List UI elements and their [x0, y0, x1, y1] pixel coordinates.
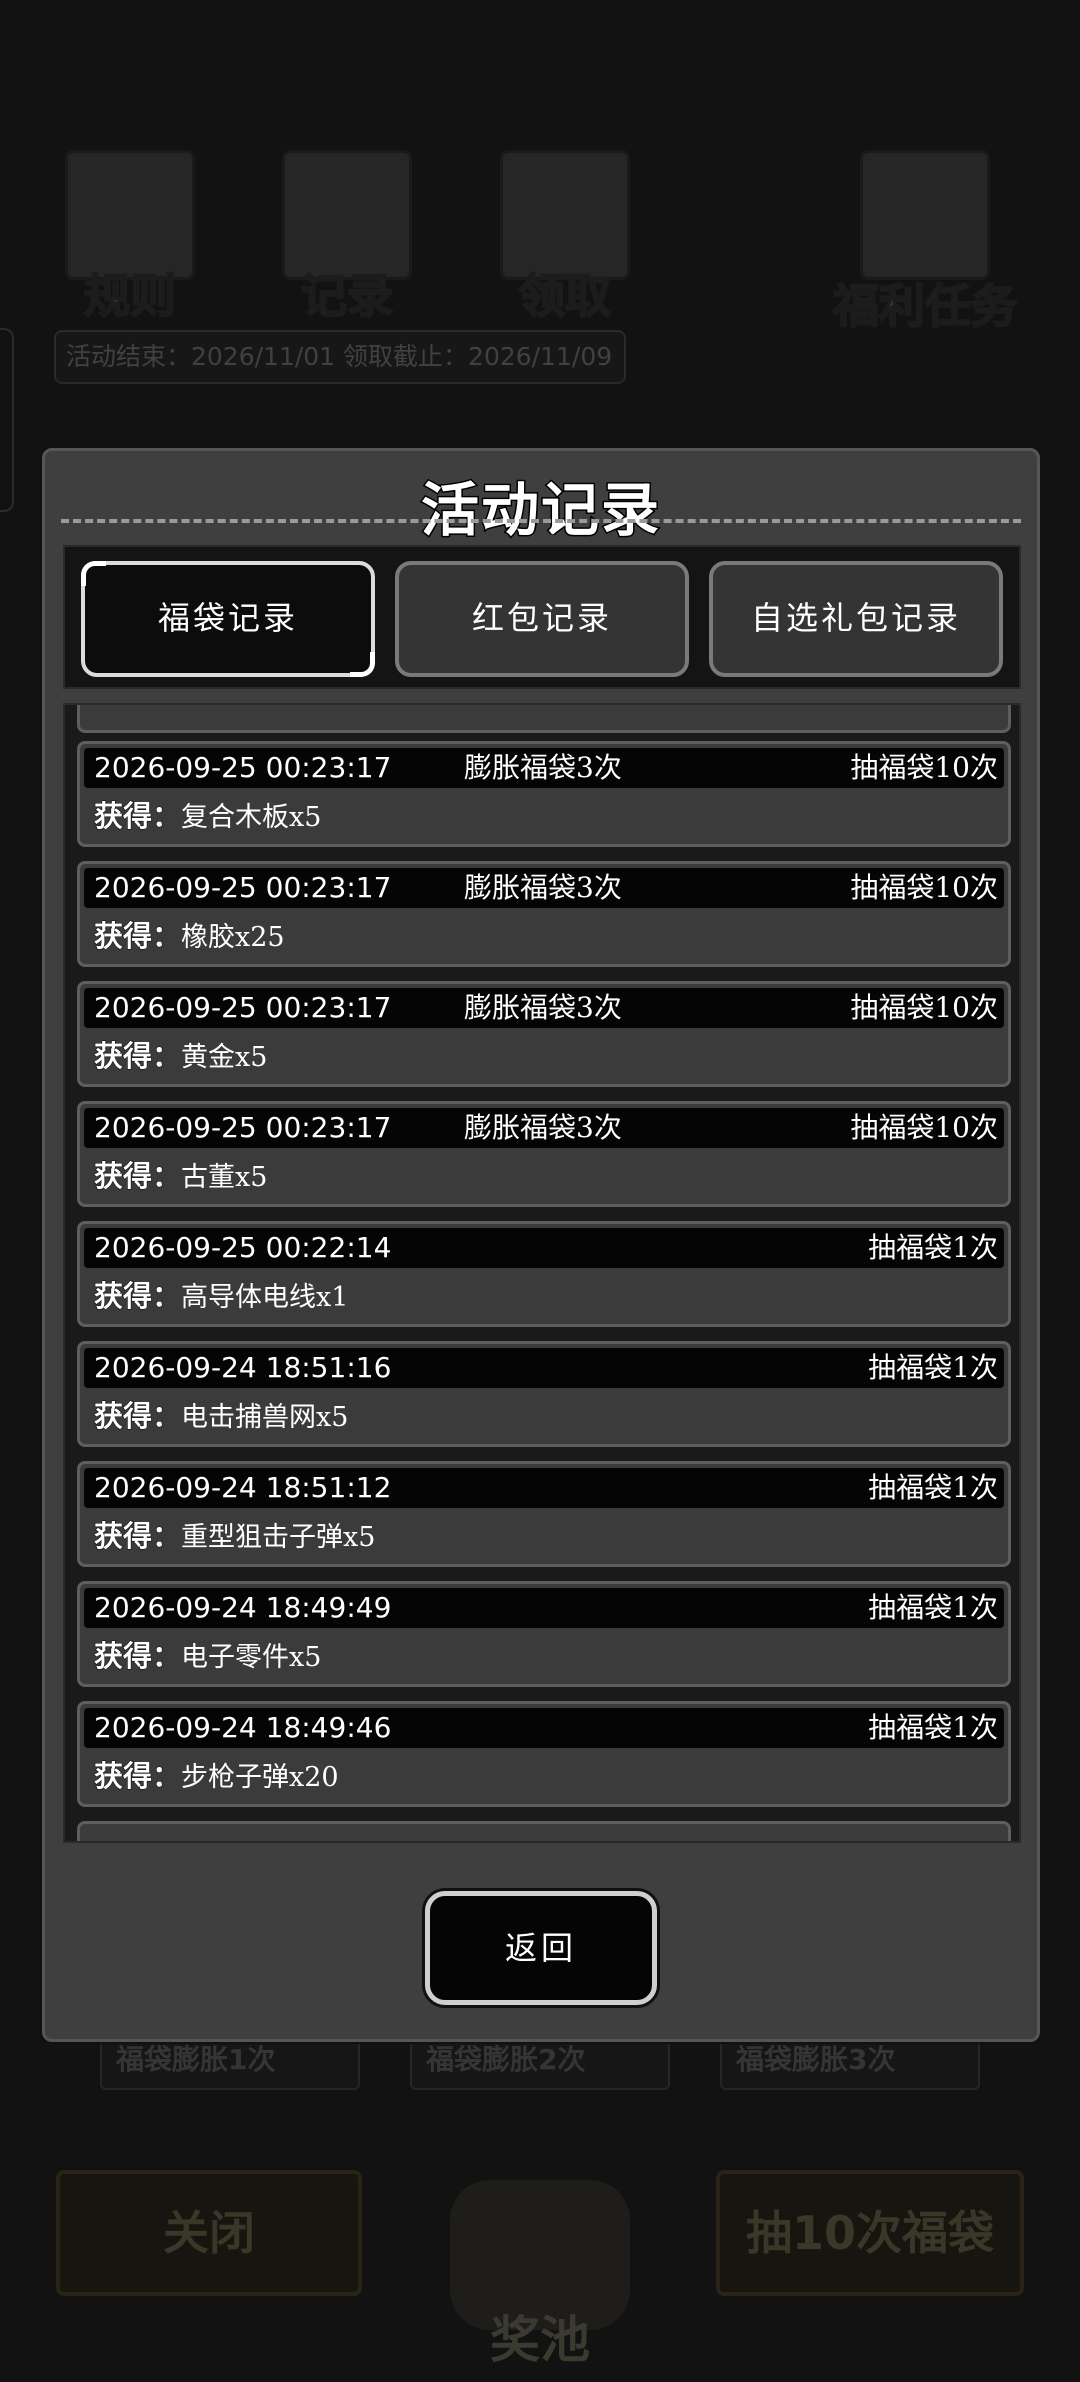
- record-header: 2026-09-24 18:49:49 抽福袋1次: [84, 1588, 1004, 1628]
- gain-item: 黄金x5: [181, 1042, 268, 1073]
- record-multiplier: 膨胀福袋3次: [464, 1111, 622, 1144]
- record-gain: 获得：电子零件x5: [93, 1636, 322, 1678]
- rules-icon: 规则: [55, 150, 205, 324]
- claim-icon: 领取: [490, 150, 640, 324]
- title-divider: [61, 519, 1021, 523]
- record-row: 2026-09-24 18:49:49 抽福袋1次获得：电子零件x5: [77, 1581, 1011, 1687]
- record-draw-count: 抽福袋10次: [850, 1111, 998, 1144]
- gain-label: 获得：: [93, 919, 182, 954]
- draw-10-button-bg: 抽10次福袋: [716, 2170, 1024, 2296]
- record-time: 2026-09-24 18:49:46: [94, 1711, 392, 1744]
- record-time: 2026-09-24 18:49:49: [94, 1591, 392, 1624]
- gain-label: 获得：: [93, 1639, 182, 1674]
- record-list[interactable]: 2026-09-25 00:23:17 膨胀福袋3次 抽福袋10次 获得：复合木板x5…: [63, 703, 1021, 1843]
- record-header: 2026-09-25 00:23:17 膨胀福袋3次 抽福袋10次: [84, 1108, 1004, 1148]
- record-row: 2026-09-25 00:23:17 膨胀福袋3次 抽福袋10次获得：橡胶x25: [77, 861, 1011, 967]
- record-gain: 获得：重型狙击子弹x5: [93, 1516, 376, 1558]
- record-gain: 获得：高导体电线x1: [93, 1276, 349, 1318]
- record-multiplier: 膨胀福袋3次: [464, 871, 622, 904]
- record-icon: 记录: [272, 150, 422, 324]
- tab-bar: 福袋记录 红包记录 自选礼包记录: [63, 545, 1021, 689]
- record-time: 2026-09-25 00:23:17: [94, 991, 392, 1024]
- prize-pool-icon: 奖池: [430, 2150, 650, 2370]
- close-button-bg: 关闭: [56, 2170, 362, 2296]
- gain-label: 获得：: [93, 1039, 182, 1074]
- record-row: 2026-09-25 00:23:17 膨胀福袋3次 抽福袋10次获得：古董x5: [77, 1101, 1011, 1207]
- gain-item: 电子零件x5: [181, 1642, 322, 1673]
- modal-title: 活动记录: [419, 475, 661, 546]
- record-gain: 获得：电击捕兽网x5: [93, 1396, 349, 1438]
- gain-item: 橡胶x25: [181, 922, 285, 953]
- record-time: 2026-09-24 18:51:12: [94, 1471, 392, 1504]
- tab-red-packet-records[interactable]: 红包记录: [395, 561, 689, 677]
- welfare-task-icon: 福利任务: [820, 150, 1030, 334]
- record-gain: 获得：橡胶x25: [93, 916, 285, 958]
- gain-item: 高导体电线x1: [181, 1282, 349, 1313]
- record-draw-count: 抽福袋1次: [868, 1351, 998, 1384]
- record-draw-count: 抽福袋1次: [868, 1471, 998, 1504]
- gain-item: 步枪子弹x20: [181, 1762, 339, 1793]
- record-header: 2026-09-25 00:22:14 抽福袋1次: [84, 1228, 1004, 1268]
- gain-label: 获得：: [93, 1399, 182, 1434]
- record-draw-count: 抽福袋1次: [868, 1711, 998, 1744]
- gain-label: 获得：: [93, 1759, 182, 1794]
- record-row-partial: [77, 705, 1011, 733]
- record-gain: 获得：古董x5: [93, 1156, 268, 1198]
- activity-date-strip: 活动结束：2026/11/01 领取截止：2026/11/09: [54, 330, 626, 384]
- record-time: 2026-09-25 00:23:17: [94, 871, 392, 904]
- gain-item: 古董x5: [181, 1162, 268, 1193]
- record-header: 2026-09-24 18:51:16 抽福袋1次: [84, 1348, 1004, 1388]
- gain-label: 获得：: [93, 799, 182, 834]
- record-row: 2026-09-25 00:22:14 抽福袋1次获得：高导体电线x1: [77, 1221, 1011, 1327]
- gain-item: 复合木板x5: [181, 802, 322, 833]
- record-time: 2026-09-25 00:23:17: [94, 1111, 392, 1144]
- record-draw-count: 抽福袋1次: [868, 1231, 998, 1264]
- record-row: 2026-09-25 00:23:17 膨胀福袋3次 抽福袋10次获得：复合木板x5: [77, 741, 1011, 847]
- gain-label: 获得：: [93, 1519, 182, 1554]
- record-time: 2026-09-24 18:51:16: [94, 1351, 392, 1384]
- record-row: 2026-09-24 18:51:12 抽福袋1次获得：重型狙击子弹x5: [77, 1461, 1011, 1567]
- record-row-partial: [77, 1821, 1011, 1841]
- record-row: 2026-09-24 18:51:16 抽福袋1次获得：电击捕兽网x5: [77, 1341, 1011, 1447]
- gain-label: 获得：: [93, 1279, 182, 1314]
- record-gain: 获得：黄金x5: [93, 1036, 268, 1078]
- return-button[interactable]: 返回: [425, 1891, 657, 2005]
- record-header: 2026-09-25 00:23:17 膨胀福袋3次 抽福袋10次: [84, 748, 1004, 788]
- record-draw-count: 抽福袋10次: [850, 751, 998, 784]
- record-header: 2026-09-25 00:23:17 膨胀福袋3次 抽福袋10次: [84, 868, 1004, 908]
- side-tab: [0, 328, 14, 512]
- record-multiplier: 膨胀福袋3次: [464, 751, 622, 784]
- tab-lucky-bag-records[interactable]: 福袋记录: [81, 561, 375, 677]
- record-multiplier: 膨胀福袋3次: [464, 991, 622, 1024]
- record-time: 2026-09-25 00:23:17: [94, 751, 392, 784]
- gain-item: 重型狙击子弹x5: [181, 1522, 376, 1553]
- record-row: 2026-09-24 18:49:46 抽福袋1次获得：步枪子弹x20: [77, 1701, 1011, 1807]
- record-gain: 获得：步枪子弹x20: [93, 1756, 339, 1798]
- record-gain: 获得：复合木板x5: [93, 796, 322, 838]
- record-draw-count: 抽福袋1次: [868, 1591, 998, 1624]
- gain-item: 电击捕兽网x5: [181, 1402, 349, 1433]
- record-row: 2026-09-25 00:23:17 膨胀福袋3次 抽福袋10次获得：黄金x5: [77, 981, 1011, 1087]
- gain-label: 获得：: [93, 1159, 182, 1194]
- tab-gift-pack-records[interactable]: 自选礼包记录: [709, 561, 1003, 677]
- record-draw-count: 抽福袋10次: [850, 871, 998, 904]
- activity-record-modal: 活动记录 福袋记录 红包记录 自选礼包记录 2026-09-25 00:23:1…: [42, 448, 1040, 2042]
- record-time: 2026-09-25 00:22:14: [94, 1231, 392, 1264]
- record-header: 2026-09-25 00:23:17 膨胀福袋3次 抽福袋10次: [84, 988, 1004, 1028]
- record-header: 2026-09-24 18:51:12 抽福袋1次: [84, 1468, 1004, 1508]
- record-draw-count: 抽福袋10次: [850, 991, 998, 1024]
- record-header: 2026-09-24 18:49:46 抽福袋1次: [84, 1708, 1004, 1748]
